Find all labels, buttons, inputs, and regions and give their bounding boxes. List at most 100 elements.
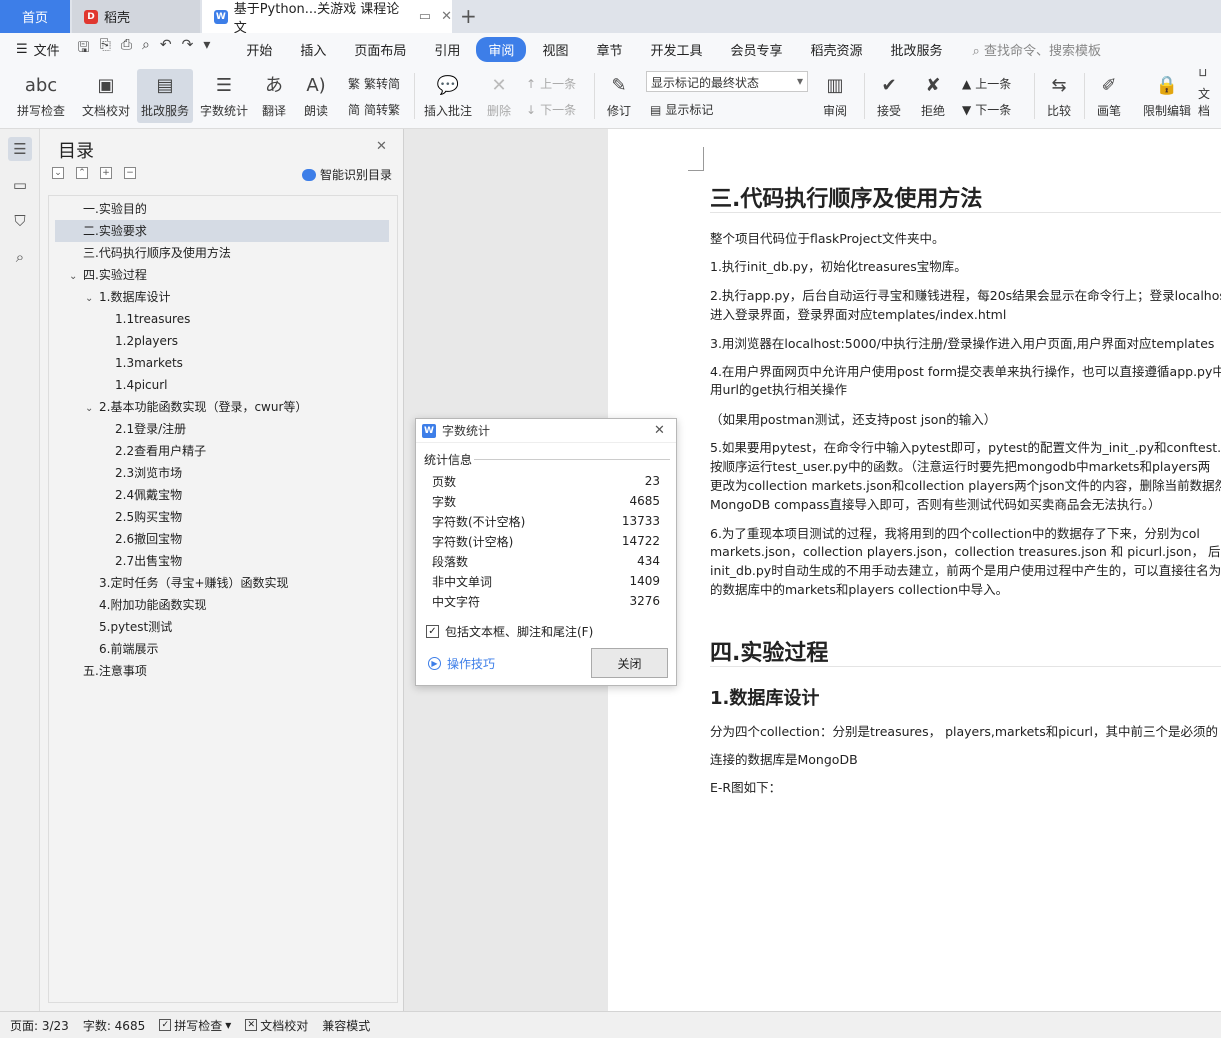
review-service-button[interactable]: ▤ 批改服务: [137, 69, 193, 123]
tab-home[interactable]: 首页: [0, 0, 70, 33]
tab-pin-icon[interactable]: ▭: [419, 9, 431, 24]
menu-tab[interactable]: 开发工具: [638, 37, 714, 62]
toc-item[interactable]: 1.1treasures: [55, 308, 389, 330]
toc-item[interactable]: ⌄ 四.实验过程: [55, 264, 389, 286]
page-indicator[interactable]: 页面: 3/23: [10, 1017, 69, 1034]
compare-button[interactable]: ⇆ 比较: [1040, 69, 1078, 123]
menu-tab[interactable]: 视图: [530, 37, 580, 62]
toc-item[interactable]: 三.代码执行顺序及使用方法: [55, 242, 389, 264]
toc-item-label: 2.3浏览市场: [115, 466, 183, 480]
toc-item-label: 1.2players: [115, 334, 179, 348]
expand-all-icon[interactable]: ⌃: [76, 167, 88, 179]
chevron-down-icon[interactable]: ⌄: [85, 288, 99, 310]
prev-change-button[interactable]: ▲ 上一条: [962, 75, 1011, 92]
toc-item[interactable]: 2.4佩戴宝物: [55, 484, 389, 506]
insert-comment-button[interactable]: 💬 插入批注: [420, 69, 476, 123]
minus-icon[interactable]: −: [124, 167, 136, 179]
toc-item[interactable]: 5.pytest测试: [55, 616, 389, 638]
toc-item[interactable]: ⌄ 2.基本功能函数实现（登录，cwur等）: [55, 396, 389, 418]
toc-item[interactable]: 3.定时任务（寻宝+赚钱）函数实现: [55, 572, 389, 594]
toc-item[interactable]: 2.5购买宝物: [55, 506, 389, 528]
next-change-button[interactable]: ▼ 下一条: [962, 101, 1011, 118]
print-icon[interactable]: ⎙: [121, 37, 132, 61]
toc-item[interactable]: 2.2查看用户精子: [55, 440, 389, 462]
menu-tab[interactable]: 审阅: [476, 36, 527, 62]
stat-label: 字符数(不计空格): [432, 514, 526, 529]
toc-item[interactable]: 1.2players: [55, 330, 389, 352]
chevron-down-icon[interactable]: ⌄: [85, 398, 99, 420]
spell-check-button[interactable]: abc 拼写检查: [10, 69, 72, 123]
toc-item[interactable]: 2.6撤回宝物: [55, 528, 389, 550]
toc-item[interactable]: 2.3浏览市场: [55, 462, 389, 484]
review-pane-button[interactable]: ▥ 审阅: [814, 69, 856, 123]
word-count-indicator[interactable]: 字数: 4685: [83, 1017, 145, 1034]
tab-close-icon[interactable]: ✕: [441, 9, 452, 24]
toc-item[interactable]: 2.1登录/注册: [55, 418, 389, 440]
bookmark-icon[interactable]: ⛉: [8, 209, 32, 233]
doc-proof-button[interactable]: ▣ 文档校对: [78, 69, 134, 123]
delete-comment-button[interactable]: ✕ 删除: [480, 69, 518, 123]
file-menu[interactable]: ☰ 文件: [16, 40, 60, 59]
toc-item[interactable]: 1.3markets: [55, 352, 389, 374]
toc-item[interactable]: ⌄ 1.数据库设计: [55, 286, 389, 308]
toc-item[interactable]: 4.附加功能函数实现: [55, 594, 389, 616]
menu-tab[interactable]: 稻壳资源: [799, 37, 875, 62]
chapter-nav-icon[interactable]: ▭: [8, 173, 32, 197]
word-count-button[interactable]: ☰ 字数统计: [196, 69, 252, 123]
menu-tab[interactable]: 页面布局: [342, 37, 418, 62]
spell-check-toggle[interactable]: ✓ 拼写检查 ▾: [159, 1017, 231, 1034]
toc-item[interactable]: 2.7出售宝物: [55, 550, 389, 572]
restrict-edit-button[interactable]: 🔒 限制编辑: [1138, 69, 1196, 123]
accept-button[interactable]: ✔ 接受: [870, 69, 908, 123]
undo-icon[interactable]: ↶: [160, 37, 172, 61]
plus-icon[interactable]: +: [100, 167, 112, 179]
save-icon[interactable]: 🖫: [78, 37, 90, 61]
tab-document[interactable]: W 基于Python...关游戏 课程论文 ▭ ✕: [202, 0, 452, 36]
toc-item[interactable]: 二.实验要求: [55, 220, 389, 242]
brush-button[interactable]: ✐ 画笔: [1090, 69, 1128, 123]
simp-to-trad-label: 简转繁: [364, 103, 401, 117]
doc-proof-toggle[interactable]: ✕ 文档校对: [245, 1017, 308, 1034]
export-icon[interactable]: ⎘: [100, 37, 111, 61]
menu-tab[interactable]: 开始: [234, 37, 284, 62]
tab-daoke[interactable]: D 稻壳: [72, 0, 200, 33]
document-page[interactable]: 三.代码执行顺序及使用方法 整个项目代码位于flaskProject文件夹中。 …: [608, 129, 1221, 1011]
menu-tab[interactable]: 会员专享: [718, 37, 794, 62]
preview-icon[interactable]: ⌕: [142, 37, 150, 61]
smart-toc-button[interactable]: 智能识别目录: [302, 166, 392, 183]
menu-tab[interactable]: 插入: [288, 37, 338, 62]
next-comment-button[interactable]: ↓ 下一条: [526, 101, 576, 118]
show-markup-button[interactable]: ▤ 显示标记: [650, 101, 713, 118]
menu-tab[interactable]: 引用: [422, 37, 472, 62]
reject-button[interactable]: ✘ 拒绝: [914, 69, 952, 123]
chevron-down-icon[interactable]: ⌄: [69, 266, 83, 288]
stat-row: 字数 4685: [432, 491, 660, 511]
menu-tab[interactable]: 批改服务: [879, 37, 955, 62]
tips-link[interactable]: ▶ 操作技巧: [428, 655, 495, 672]
toc-item[interactable]: 1.4picurl: [55, 374, 389, 396]
markup-state-select[interactable]: 显示标记的最终状态 ▾: [646, 71, 808, 92]
search-icon[interactable]: ⌕: [8, 245, 32, 269]
simp-to-trad-button[interactable]: 简 简转繁: [348, 101, 400, 118]
command-search[interactable]: ⌕ 查找命令、搜索模板: [973, 40, 1101, 59]
menu-tab[interactable]: 章节: [584, 37, 634, 62]
redo-icon[interactable]: ↷: [182, 37, 194, 61]
revise-button[interactable]: ✎ 修订: [600, 69, 638, 123]
toc-item[interactable]: 一.实验目的: [55, 198, 389, 220]
close-icon[interactable]: ✕: [376, 139, 387, 154]
toc-item[interactable]: 6.前端展示: [55, 638, 389, 660]
translate-button[interactable]: あ 翻译: [256, 69, 292, 123]
new-tab-icon[interactable]: +: [460, 4, 477, 28]
trad-to-simp-button[interactable]: 繁 繁转简: [348, 75, 400, 92]
include-textbox-checkbox[interactable]: ✓ 包括文本框、脚注和尾注(F): [426, 623, 593, 640]
read-aloud-button[interactable]: A) 朗读: [298, 69, 334, 123]
toc-panel-icon[interactable]: ☰: [8, 137, 32, 161]
toc-item[interactable]: 五.注意事项: [55, 660, 389, 682]
close-button[interactable]: 关闭: [591, 648, 668, 678]
collapse-all-icon[interactable]: ⌄: [52, 167, 64, 179]
close-icon[interactable]: ✕: [654, 423, 665, 438]
status-bar: 页面: 3/23 字数: 4685 ✓ 拼写检查 ▾ ✕ 文档校对 兼容模式: [0, 1011, 1221, 1038]
prev-comment-button[interactable]: ↑ 上一条: [526, 75, 576, 92]
customize-icon[interactable]: ▾: [203, 37, 210, 61]
doc-more-button[interactable]: ▯ 文档: [1198, 69, 1221, 123]
